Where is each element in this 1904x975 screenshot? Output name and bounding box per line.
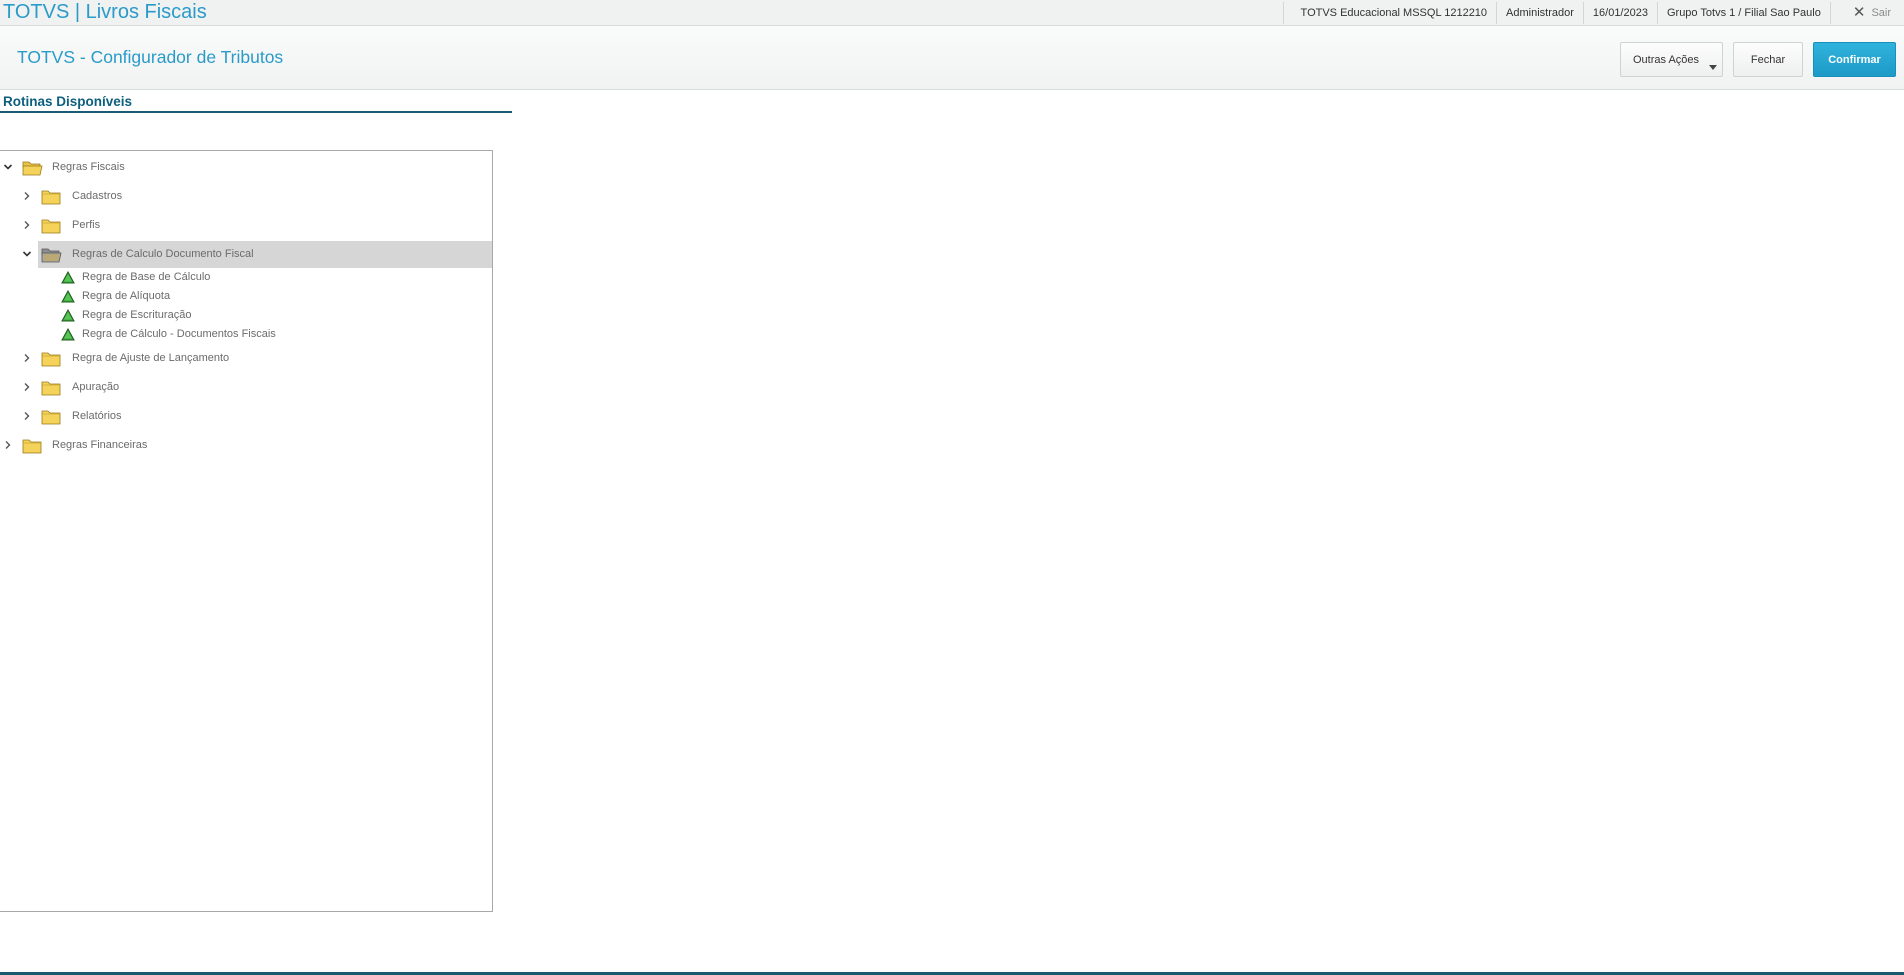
tree-leaf-aliquota[interactable]: Regra de Alíquota xyxy=(0,287,492,306)
tree-leaf-calculo-documentos-fiscais[interactable]: Regra de Cálculo - Documentos Fiscais xyxy=(0,325,492,344)
chevron-right-icon[interactable] xyxy=(22,220,32,230)
other-actions-button[interactable]: Outras Ações xyxy=(1620,42,1723,77)
environment-label: TOTVS Educacional MSSQL 1212210 xyxy=(1282,1,1497,24)
top-bar: TOTVS | Livros Fiscais TOTVS Educacional… xyxy=(0,0,1904,26)
close-button[interactable]: Fechar xyxy=(1733,42,1803,77)
tree-leaf-escrituracao[interactable]: Regra de Escrituração xyxy=(0,306,492,325)
chevron-right-icon[interactable] xyxy=(22,191,32,201)
chevron-right-icon[interactable] xyxy=(22,382,32,392)
chevron-right-icon[interactable] xyxy=(3,440,13,450)
green-triangle-icon xyxy=(61,271,75,284)
green-triangle-icon xyxy=(61,290,75,303)
tree-node-apuracao[interactable]: Apuração xyxy=(0,374,492,401)
section-title: Rotinas Disponíveis xyxy=(3,94,133,109)
tree-node-regras-calculo-documento-fiscal[interactable]: Regras de Calculo Documento Fiscal xyxy=(0,241,492,268)
page-title: TOTVS - Configurador de Tributos xyxy=(17,47,284,67)
tree-node-label: Regras de Calculo Documento Fiscal xyxy=(72,248,254,260)
chevron-down-icon[interactable] xyxy=(3,162,13,172)
tree-node-regras-fiscais[interactable]: Regras Fiscais xyxy=(0,154,492,181)
tree-leaf-label: Regra de Cálculo - Documentos Fiscais xyxy=(82,328,276,340)
branch-label[interactable]: Grupo Totvs 1 / Filial Sao Paulo xyxy=(1656,1,1830,24)
caret-down-icon xyxy=(1709,65,1717,70)
tree-node-label: Regra de Ajuste de Lançamento xyxy=(72,352,230,364)
user-label: Administrador xyxy=(1496,1,1583,24)
tree-node-relatorios[interactable]: Relatórios xyxy=(0,403,492,430)
tree-node-cadastros[interactable]: Cadastros xyxy=(0,183,492,210)
folder-icon xyxy=(41,189,62,205)
tree-node-label: Regras Financeiras xyxy=(52,439,148,451)
confirm-button[interactable]: Confirmar xyxy=(1813,42,1896,77)
environment-info: TOTVS Educacional MSSQL 1212210 Administ… xyxy=(1282,0,1904,25)
tree-leaf-label: Regra de Base de Cálculo xyxy=(82,271,211,283)
chevron-down-icon[interactable] xyxy=(22,249,32,259)
tree-node-label: Perfis xyxy=(72,219,101,231)
logout-label: Sair xyxy=(1871,6,1891,19)
tree-node-label: Cadastros xyxy=(72,190,123,202)
folder-icon xyxy=(41,380,62,396)
tree-node-regras-financeiras[interactable]: Regras Financeiras xyxy=(0,432,492,459)
app-title: TOTVS | Livros Fiscais xyxy=(3,1,207,23)
green-triangle-icon xyxy=(61,309,75,322)
routines-tree: Regras Fiscais Cadastros Perfis Regras d… xyxy=(0,150,493,912)
chevron-right-icon[interactable] xyxy=(22,353,32,363)
tree-node-label: Relatórios xyxy=(72,410,122,422)
page-header: TOTVS - Configurador de Tributos Outras … xyxy=(0,26,1904,90)
other-actions-label: Outras Ações xyxy=(1633,53,1700,66)
folder-open-icon xyxy=(22,160,43,176)
folder-icon xyxy=(41,409,62,425)
folder-open-icon xyxy=(41,247,62,263)
tree-leaf-label: Regra de Escrituração xyxy=(82,309,192,321)
chevron-right-icon[interactable] xyxy=(22,411,32,421)
tree-node-label: Regras Fiscais xyxy=(52,161,125,173)
folder-icon xyxy=(41,218,62,234)
folder-icon xyxy=(22,438,43,454)
folder-icon xyxy=(41,351,62,367)
tree-node-ajuste-lancamento[interactable]: Regra de Ajuste de Lançamento xyxy=(0,345,492,372)
green-triangle-icon xyxy=(61,328,75,341)
date-label: 16/01/2023 xyxy=(1582,1,1657,24)
tree-node-perfis[interactable]: Perfis xyxy=(0,212,492,239)
tree-node-label: Apuração xyxy=(72,381,120,393)
tree-leaf-base-calculo[interactable]: Regra de Base de Cálculo xyxy=(0,268,492,287)
tree-leaf-label: Regra de Alíquota xyxy=(82,290,171,302)
close-icon: ✕ xyxy=(1852,3,1866,21)
section-divider xyxy=(0,111,512,113)
logout-button[interactable]: ✕ Sair xyxy=(1829,1,1904,24)
